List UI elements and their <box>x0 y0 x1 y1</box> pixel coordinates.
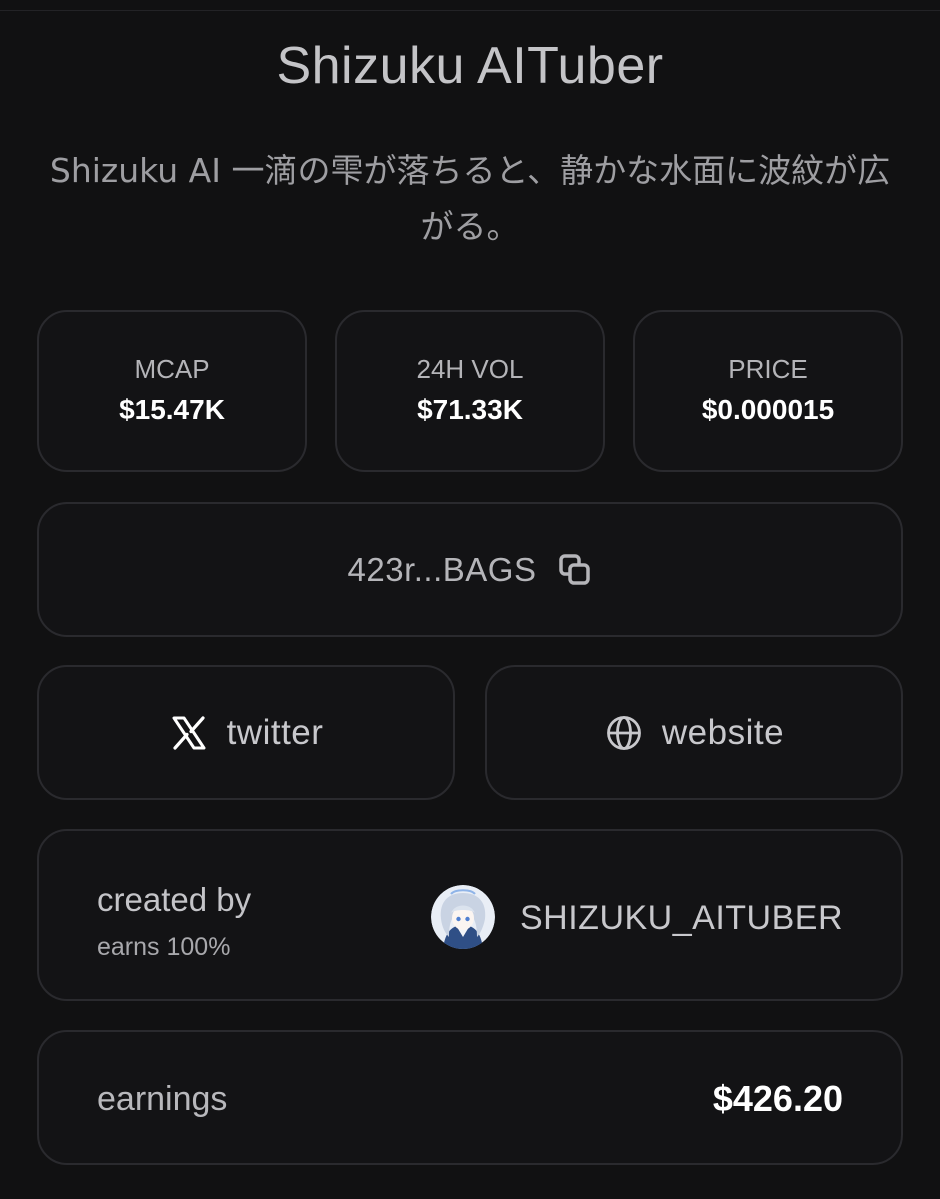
website-link-button[interactable]: website <box>485 665 903 800</box>
globe-icon <box>604 713 644 753</box>
twitter-link-button[interactable]: twitter <box>37 665 455 800</box>
creator-earnings-share: earns 100% <box>97 933 231 961</box>
stat-label: MCAP <box>134 354 210 384</box>
page-description: Shizuku AI 一滴の雫が落ちると、静かな水面に波紋が広がる。 <box>49 151 891 246</box>
creator-label: created by <box>97 881 252 918</box>
creator-avatar[interactable] <box>431 885 495 949</box>
earnings-card: earnings $426.20 <box>37 1030 903 1165</box>
earnings-label: earnings <box>97 1080 228 1118</box>
website-link-label: website <box>661 712 785 752</box>
copy-icon <box>558 553 592 587</box>
stat-label: 24H VOL <box>416 354 524 384</box>
stat-value: $15.47K <box>119 394 225 425</box>
twitter-link-label: twitter <box>226 712 324 752</box>
page-title: Shizuku AITuber <box>276 37 664 95</box>
stat-value: $71.33K <box>417 394 523 425</box>
creator-card: created by earns 100% SHIZUKU_AITUBER <box>37 829 903 1001</box>
earnings-value: $426.20 <box>712 1078 843 1119</box>
stat-card-price: PRICE $0.000015 <box>633 310 903 472</box>
contract-address-button[interactable]: 423r...BAGS <box>37 502 903 637</box>
stat-label: PRICE <box>728 354 808 384</box>
contract-address: 423r...BAGS <box>347 550 537 588</box>
creator-username[interactable]: SHIZUKU_AITUBER <box>520 899 843 938</box>
stat-card-mcap: MCAP $15.47K <box>37 310 307 472</box>
x-logo-icon <box>169 713 209 753</box>
top-divider <box>0 0 940 11</box>
stat-card-volume: 24H VOL $71.33K <box>335 310 605 472</box>
stat-value: $0.000015 <box>701 394 835 425</box>
